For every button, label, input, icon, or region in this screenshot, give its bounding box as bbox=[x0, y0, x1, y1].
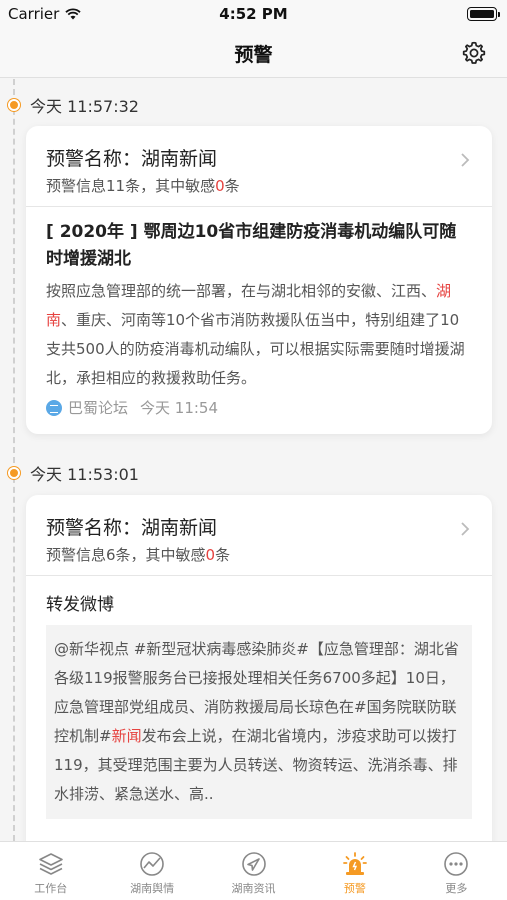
tab-label: 预警 bbox=[343, 882, 366, 895]
timeline-dot bbox=[8, 467, 20, 479]
battery-icon bbox=[467, 7, 500, 21]
timeline-line bbox=[13, 79, 15, 841]
tab-workbench[interactable]: 工作台 bbox=[0, 842, 101, 900]
clock: 4:52 PM bbox=[219, 5, 288, 23]
article-text-part: 按照应急管理部的统一部署，在与湖北相邻的安徽、江西、 bbox=[46, 282, 437, 300]
alert-feed[interactable]: 今天 11:57:32 预警名称：湖南新闻 预警信息11条，其中敏感0条 [ 2… bbox=[0, 79, 507, 841]
timeline-entry-time: 今天 11:53:01 bbox=[8, 461, 139, 485]
page-title: 预警 bbox=[234, 44, 273, 66]
article-text: 按照应急管理部的统一部署，在与湖北相邻的安徽、江西、湖南、重庆、河南等10个省市… bbox=[46, 277, 472, 393]
tab-label: 湖南资讯 bbox=[231, 882, 276, 895]
alert-info-text: 预警信息6条，其中敏感 bbox=[46, 546, 206, 564]
article-source: 巴蜀论坛 今天 11:54 bbox=[46, 397, 472, 418]
gear-icon[interactable] bbox=[461, 40, 487, 66]
tab-hunan-opinion[interactable]: 湖南舆情 bbox=[101, 842, 202, 900]
more-icon bbox=[444, 852, 469, 876]
article-title: [ 2020年 ] 鄂周边10省市组建防疫消毒机动编队可随时增援湖北 bbox=[46, 222, 457, 269]
alarm-icon bbox=[343, 852, 367, 875]
tab-more[interactable]: 更多 bbox=[406, 842, 507, 900]
tab-alerts[interactable]: 预警 bbox=[304, 842, 405, 900]
alert-card-header[interactable]: 预警名称：湖南新闻 预警信息11条，其中敏感0条 bbox=[26, 126, 492, 207]
repost-label: 转发微博 bbox=[46, 595, 114, 615]
timeline-entry-time: 今天 11:57:32 bbox=[8, 93, 139, 117]
timeline-dot bbox=[8, 99, 20, 111]
alert-name: 预警名称：湖南新闻 bbox=[46, 517, 218, 539]
source-name: 巴蜀论坛 bbox=[68, 399, 129, 417]
alert-card[interactable]: 预警名称：湖南新闻 预警信息6条，其中敏感0条 转发微博 @新华视点 #新型冠状… bbox=[26, 495, 492, 841]
alert-info: 预警信息6条，其中敏感0条 bbox=[46, 544, 472, 565]
status-bar: Carrier 4:52 PM bbox=[0, 0, 507, 28]
alert-info-text: 预警信息11条，其中敏感 bbox=[46, 177, 216, 195]
tab-label: 湖南舆情 bbox=[130, 882, 175, 895]
timestamp: 今天 11:57:32 bbox=[30, 97, 139, 116]
source-time: 今天 11:54 bbox=[140, 399, 219, 417]
article[interactable]: [ 2020年 ] 鄂周边10省市组建防疫消毒机动编队可随时增援湖北 按照应急管… bbox=[26, 207, 492, 434]
alert-name: 预警名称：湖南新闻 bbox=[46, 148, 218, 170]
alert-info: 预警信息11条，其中敏感0条 bbox=[46, 175, 472, 196]
layers-icon bbox=[38, 853, 63, 875]
timestamp: 今天 11:53:01 bbox=[30, 465, 139, 484]
reposted-weibo[interactable]: @新华视点 #新型冠状病毒感染肺炎#【应急管理部：湖北省各级119报警服务台已接… bbox=[46, 625, 472, 819]
chevron-right-icon[interactable] bbox=[460, 152, 470, 168]
tab-hunan-news[interactable]: 湖南资讯 bbox=[203, 842, 304, 900]
tab-label: 工作台 bbox=[34, 882, 68, 895]
keyword-highlight: 新闻 bbox=[111, 727, 142, 745]
alert-card[interactable]: 预警名称：湖南新闻 预警信息11条，其中敏感0条 [ 2020年 ] 鄂周边10… bbox=[26, 126, 492, 434]
forum-icon bbox=[46, 399, 62, 416]
article-text-part: 、重庆、河南等10个省市消防救援队伍当中，特别组建了10支共500人的防疫消毒机… bbox=[46, 311, 465, 387]
sensitive-count: 0 bbox=[215, 177, 225, 195]
tab-label: 更多 bbox=[445, 882, 468, 895]
navigation-icon bbox=[241, 852, 266, 876]
tab-bar: 工作台 湖南舆情 湖南资讯 预警 更多 bbox=[0, 841, 507, 900]
chevron-right-icon[interactable] bbox=[460, 521, 470, 537]
chart-icon bbox=[140, 852, 164, 876]
alert-info-suffix: 条 bbox=[215, 546, 231, 564]
navigation-bar: 预警 bbox=[0, 28, 507, 78]
alert-card-header[interactable]: 预警名称：湖南新闻 预警信息6条，其中敏感0条 bbox=[26, 495, 492, 576]
alert-info-suffix: 条 bbox=[224, 177, 240, 195]
sensitive-count: 0 bbox=[205, 546, 216, 564]
